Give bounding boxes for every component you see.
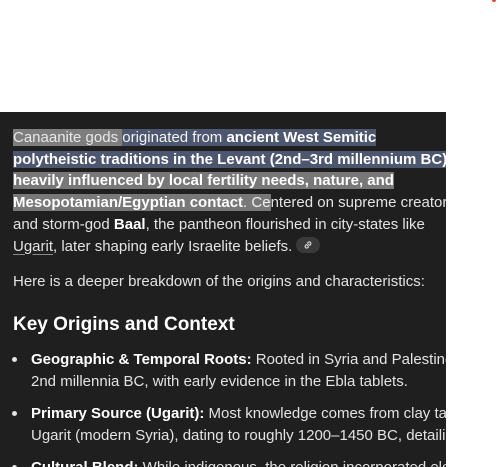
intro-paragraph: Canaanite gods originated from ancient W… <box>13 127 446 257</box>
list-item: Cultural Blend: While indigenous, the re… <box>12 457 446 467</box>
list-item: Geographic & Temporal Roots: Rooted in S… <box>12 349 446 392</box>
selected-text: heavily influenced by local fertility ne… <box>13 172 394 190</box>
response-panel: Canaanite gods originated from ancient W… <box>0 112 446 467</box>
selected-text: Canaanite gods <box>13 129 123 146</box>
selected-text: polytheistic traditions in the Levant (2… <box>13 150 446 168</box>
top-indicator-dot <box>492 0 496 2</box>
source-link-chip[interactable] <box>296 236 321 253</box>
section-heading: Key Origins and Context <box>13 314 235 335</box>
bullet-icon <box>12 411 17 416</box>
list-item: Primary Source (Ugarit): Most knowledge … <box>12 403 446 446</box>
link-icon <box>304 240 312 249</box>
breakdown-text: Here is a deeper breakdown of the origin… <box>13 273 425 290</box>
ugarit-link[interactable]: Ugarit <box>13 238 53 255</box>
baal-term: Baal <box>113 215 146 233</box>
selected-text: Mesopotamian/Egyptian contact. Ce <box>13 194 271 212</box>
selected-text: originated from ancient West Semitic <box>122 129 377 146</box>
bullet-icon <box>12 357 17 362</box>
